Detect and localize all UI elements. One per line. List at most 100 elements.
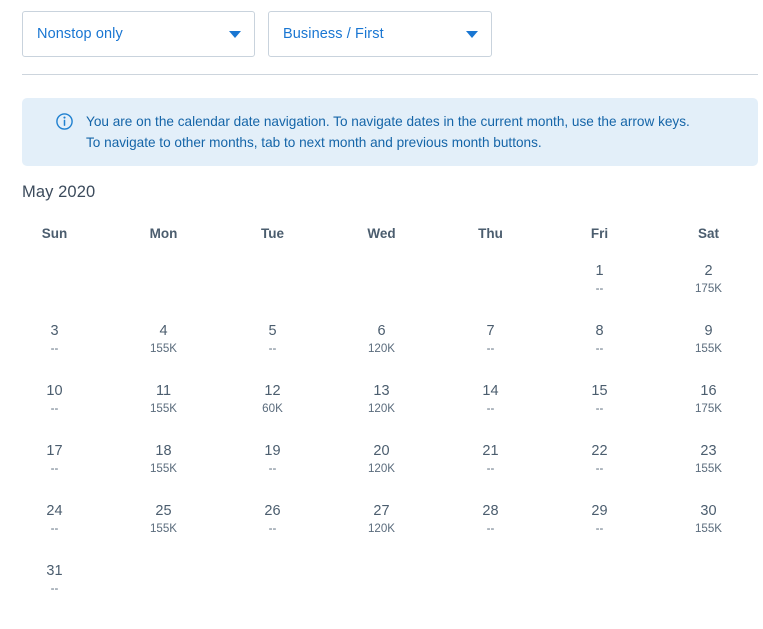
day-price: 155K xyxy=(149,342,178,355)
day-number: 11 xyxy=(155,383,172,399)
weekday-header-fri: Fri xyxy=(545,220,654,248)
calendar-day-cell[interactable]: 20 120K xyxy=(327,428,436,488)
weekday-header-mon: Mon xyxy=(109,220,218,248)
day-number: 3 xyxy=(50,323,59,339)
weekday-label: Fri xyxy=(590,226,609,241)
calendar-empty-cell xyxy=(327,548,436,608)
calendar-empty-cell xyxy=(0,248,109,308)
day-price: 120K xyxy=(367,342,396,355)
calendar-empty-cell xyxy=(436,248,545,308)
calendar-week-row: 17 -- 18 155K 19 -- 20 120K 21 -- 22 -- 23 155K xyxy=(0,428,763,488)
day-price: -- xyxy=(268,342,277,355)
calendar-day-cell[interactable]: 17 -- xyxy=(0,428,109,488)
day-number: 2 xyxy=(704,263,713,279)
day-number: 22 xyxy=(591,443,608,459)
day-price: -- xyxy=(268,522,277,535)
day-number: 5 xyxy=(268,323,277,339)
day-price: -- xyxy=(595,462,604,475)
calendar-day-cell[interactable]: 15 -- xyxy=(545,368,654,428)
calendar-day-cell[interactable]: 28 -- xyxy=(436,488,545,548)
day-price: -- xyxy=(595,522,604,535)
calendar-day-cell[interactable]: 5 -- xyxy=(218,308,327,368)
calendar-page: Nonstop only Business / First You are on… xyxy=(0,0,763,629)
day-number: 16 xyxy=(700,383,717,399)
calendar-day-cell[interactable]: 11 155K xyxy=(109,368,218,428)
calendar-day-cell[interactable]: 14 -- xyxy=(436,368,545,428)
day-price: 175K xyxy=(694,402,723,415)
day-price: 155K xyxy=(694,342,723,355)
calendar-day-cell[interactable]: 24 -- xyxy=(0,488,109,548)
calendar-day-cell[interactable]: 31 -- xyxy=(0,548,109,608)
day-price: -- xyxy=(595,282,604,295)
calendar-grid: Sun Mon Tue Wed Thu Fri Sat 1 -- 2 175K 3 -- 4 155K 5 -… xyxy=(0,220,763,608)
calendar-day-cell[interactable]: 12 60K xyxy=(218,368,327,428)
day-price: -- xyxy=(486,522,495,535)
day-number: 8 xyxy=(595,323,604,339)
calendar-day-cell[interactable]: 10 -- xyxy=(0,368,109,428)
calendar-week-row: 31 -- xyxy=(0,548,763,608)
calendar-day-cell[interactable]: 27 120K xyxy=(327,488,436,548)
calendar-day-cell[interactable]: 1 -- xyxy=(545,248,654,308)
day-price: -- xyxy=(50,582,59,595)
day-number: 25 xyxy=(155,503,172,519)
calendar-day-cell[interactable]: 18 155K xyxy=(109,428,218,488)
calendar-empty-cell xyxy=(654,548,763,608)
weekday-header-thu: Thu xyxy=(436,220,545,248)
calendar-day-cell[interactable]: 19 -- xyxy=(218,428,327,488)
day-price: 155K xyxy=(694,522,723,535)
calendar-week-row: 10 -- 11 155K 12 60K 13 120K 14 -- 15 -- 16 175K xyxy=(0,368,763,428)
weekday-label: Sun xyxy=(41,226,68,241)
calendar-day-cell[interactable]: 6 120K xyxy=(327,308,436,368)
weekday-header-sat: Sat xyxy=(654,220,763,248)
calendar-day-cell[interactable]: 2 175K xyxy=(654,248,763,308)
calendar-day-cell[interactable]: 25 155K xyxy=(109,488,218,548)
calendar-empty-cell xyxy=(109,248,218,308)
calendar-day-cell[interactable]: 21 -- xyxy=(436,428,545,488)
day-price: 120K xyxy=(367,462,396,475)
calendar-day-cell[interactable]: 7 -- xyxy=(436,308,545,368)
calendar-day-cell[interactable]: 30 155K xyxy=(654,488,763,548)
calendar-empty-cell xyxy=(545,548,654,608)
cabin-filter-select[interactable]: Business / First xyxy=(268,11,492,57)
calendar-empty-cell xyxy=(327,248,436,308)
calendar-empty-cell xyxy=(436,548,545,608)
day-number: 26 xyxy=(264,503,281,519)
day-price: 155K xyxy=(149,522,178,535)
calendar-weeks: 1 -- 2 175K 3 -- 4 155K 5 -- 6 120K 7 -- 8 -- 9 155K 10 -- 1… xyxy=(0,248,763,608)
calendar-day-cell[interactable]: 13 120K xyxy=(327,368,436,428)
day-price: -- xyxy=(595,402,604,415)
calendar-day-cell[interactable]: 22 -- xyxy=(545,428,654,488)
day-price: -- xyxy=(486,402,495,415)
day-number: 14 xyxy=(482,383,499,399)
calendar-day-cell[interactable]: 8 -- xyxy=(545,308,654,368)
info-icon xyxy=(56,113,73,130)
day-number: 20 xyxy=(373,443,390,459)
weekday-label: Tue xyxy=(261,226,284,241)
calendar-day-cell[interactable]: 29 -- xyxy=(545,488,654,548)
day-price: -- xyxy=(50,402,59,415)
day-number: 13 xyxy=(373,383,390,399)
weekday-label: Mon xyxy=(149,226,178,241)
calendar-day-cell[interactable]: 3 -- xyxy=(0,308,109,368)
day-number: 24 xyxy=(46,503,63,519)
stops-filter-select[interactable]: Nonstop only xyxy=(22,11,255,57)
weekday-header-tue: Tue xyxy=(218,220,327,248)
day-price: 155K xyxy=(149,402,178,415)
day-number: 21 xyxy=(482,443,499,459)
calendar-day-cell[interactable]: 4 155K xyxy=(109,308,218,368)
calendar-day-cell[interactable]: 16 175K xyxy=(654,368,763,428)
calendar-empty-cell xyxy=(218,248,327,308)
info-banner: You are on the calendar date navigation.… xyxy=(22,98,758,166)
calendar-day-cell[interactable]: 9 155K xyxy=(654,308,763,368)
stops-filter-value: Nonstop only xyxy=(37,25,123,42)
weekday-header-sun: Sun xyxy=(0,220,109,248)
day-price: 155K xyxy=(694,462,723,475)
day-price: -- xyxy=(486,342,495,355)
day-price: 155K xyxy=(149,462,178,475)
weekday-header-row: Sun Mon Tue Wed Thu Fri Sat xyxy=(0,220,763,248)
calendar-day-cell[interactable]: 23 155K xyxy=(654,428,763,488)
calendar-day-cell[interactable]: 26 -- xyxy=(218,488,327,548)
day-price: -- xyxy=(268,462,277,475)
calendar-empty-cell xyxy=(109,548,218,608)
calendar-empty-cell xyxy=(218,548,327,608)
